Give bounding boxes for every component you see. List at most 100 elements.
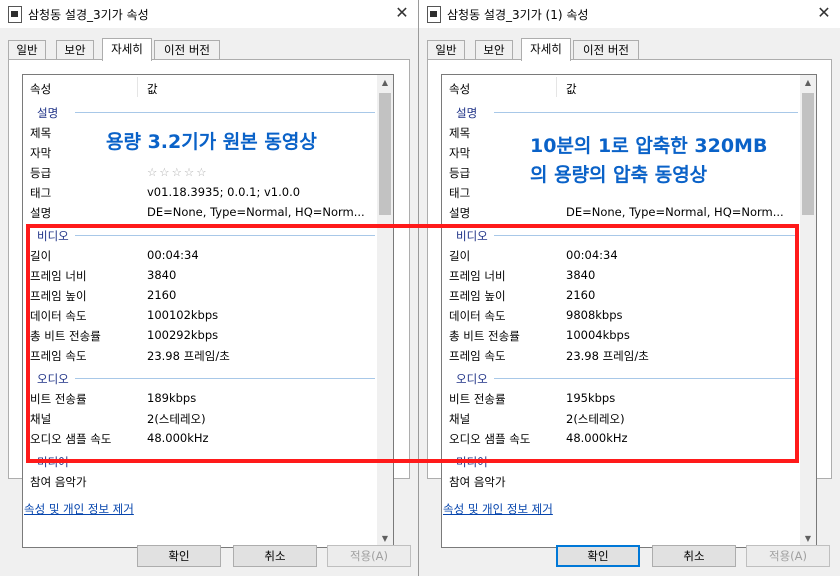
- property-row-frame-rate[interactable]: 프레임 속도 23.98 프레임/초: [442, 345, 800, 365]
- close-icon[interactable]: ✕: [814, 3, 834, 23]
- group-header-video: 비디오: [442, 225, 800, 245]
- property-row-data-rate[interactable]: 데이터 속도 100102kbps: [23, 305, 377, 325]
- vertical-scrollbar[interactable]: ▲ ▼: [800, 75, 816, 547]
- property-name: 태그: [30, 186, 52, 200]
- property-row-comments[interactable]: 설명 DE=None, Type=Normal, HQ=Norm...: [23, 202, 377, 222]
- tab-details[interactable]: 자세히: [521, 38, 571, 61]
- property-name: 길이: [449, 249, 471, 263]
- property-name: 프레임 속도: [449, 349, 506, 363]
- tab-general[interactable]: 일반: [8, 40, 46, 60]
- ok-button[interactable]: 확인: [137, 545, 221, 567]
- property-row-sample-rate[interactable]: 오디오 샘플 속도 48.000kHz: [442, 428, 800, 448]
- property-value: 2(스테레오): [566, 412, 625, 426]
- property-name: 프레임 높이: [30, 289, 87, 303]
- ok-button[interactable]: 확인: [556, 545, 640, 567]
- video-file-icon: [427, 6, 441, 23]
- apply-button[interactable]: 적용(A): [746, 545, 830, 567]
- property-name: 프레임 속도: [30, 349, 87, 363]
- property-value: 48.000kHz: [147, 431, 209, 445]
- tab-security[interactable]: 보안: [475, 40, 513, 60]
- column-header-property[interactable]: 속성: [449, 81, 470, 97]
- video-file-icon: [8, 6, 22, 23]
- property-row-channels[interactable]: 채널 2(스테레오): [442, 408, 800, 428]
- property-row-rating[interactable]: 등급 ☆☆☆☆☆: [23, 162, 377, 182]
- tab-security[interactable]: 보안: [56, 40, 94, 60]
- property-value: 3840: [566, 268, 596, 282]
- tab-general[interactable]: 일반: [427, 40, 465, 60]
- scroll-thumb[interactable]: [802, 93, 814, 215]
- remove-properties-link[interactable]: 속성 및 개인 정보 제거: [24, 501, 134, 517]
- property-value: 00:04:34: [566, 248, 618, 262]
- tab-previous-versions[interactable]: 이전 버전: [154, 40, 220, 60]
- column-header-value[interactable]: 값: [566, 81, 577, 97]
- property-row-contributing-artists[interactable]: 참여 음악가: [442, 471, 800, 491]
- property-row-frame-height[interactable]: 프레임 높이 2160: [23, 285, 377, 305]
- vertical-scrollbar[interactable]: ▲ ▼: [377, 75, 393, 547]
- property-name: 프레임 너비: [449, 269, 506, 283]
- group-label: 비디오: [456, 229, 488, 243]
- details-panel: 속성 값 설명 제목 자막 등급 ☆☆☆☆☆ 태그 v01.18.3935; 0.0…: [8, 59, 410, 548]
- property-row-frame-rate[interactable]: 프레임 속도 23.98 프레임/초: [23, 345, 377, 365]
- rating-stars[interactable]: ☆☆☆☆☆: [147, 165, 209, 179]
- column-header-value[interactable]: 값: [147, 81, 158, 97]
- annotation-compressed-line2: 의 용량의 압축 동영상: [530, 164, 708, 186]
- property-name: 프레임 높이: [449, 289, 506, 303]
- property-row-frame-width[interactable]: 프레임 너비 3840: [442, 265, 800, 285]
- group-header-description: 설명: [442, 102, 800, 122]
- property-row-contributing-artists[interactable]: 참여 음악가: [23, 471, 377, 491]
- property-value: 2160: [566, 288, 596, 302]
- close-icon[interactable]: ✕: [392, 3, 412, 23]
- property-row-comments[interactable]: 설명 DE=None, Type=Normal, HQ=Norm...: [442, 202, 800, 222]
- column-divider[interactable]: [137, 77, 138, 97]
- property-row-length[interactable]: 길이 00:04:34: [442, 245, 800, 265]
- property-name: 등급: [30, 166, 52, 180]
- group-header-media: 미디어: [442, 451, 800, 471]
- property-row-channels[interactable]: 채널 2(스테레오): [23, 408, 377, 428]
- cancel-button[interactable]: 취소: [233, 545, 317, 567]
- property-row-tags[interactable]: 태그 v01.18.3935; 0.0.1; v1.0.0: [23, 182, 377, 202]
- property-value: v01.18.3935; 0.0.1; v1.0.0: [147, 185, 301, 199]
- property-value: DE=None, Type=Normal, HQ=Norm...: [566, 205, 784, 219]
- group-header-audio: 오디오: [442, 368, 800, 388]
- remove-properties-link[interactable]: 속성 및 개인 정보 제거: [443, 501, 553, 517]
- scroll-up-icon[interactable]: ▲: [800, 75, 816, 91]
- tab-previous-versions[interactable]: 이전 버전: [573, 40, 639, 60]
- apply-button[interactable]: 적용(A): [327, 545, 411, 567]
- column-header-property[interactable]: 속성: [30, 81, 51, 97]
- property-name: 오디오 샘플 속도: [449, 432, 531, 446]
- property-name: 길이: [30, 249, 52, 263]
- group-label: 비디오: [37, 229, 69, 243]
- property-row-length[interactable]: 길이 00:04:34: [23, 245, 377, 265]
- group-label: 설명: [37, 106, 59, 120]
- group-divider: [494, 461, 798, 462]
- group-divider: [494, 112, 798, 113]
- tab-details[interactable]: 자세히: [102, 38, 152, 61]
- property-row-audio-bitrate[interactable]: 비트 전송률 189kbps: [23, 388, 377, 408]
- title-bar[interactable]: 삼청동 설경_3기가 속성 ✕: [0, 0, 418, 28]
- column-divider[interactable]: [556, 77, 557, 97]
- property-value: 2(스테레오): [147, 412, 206, 426]
- property-name: 오디오 샘플 속도: [30, 432, 112, 446]
- annotation-compressed-line1: 10분의 1로 압축한 320MB: [530, 135, 768, 157]
- property-name: 채널: [449, 412, 471, 426]
- group-divider: [75, 112, 375, 113]
- group-divider: [494, 235, 798, 236]
- property-name: 데이터 속도: [30, 309, 87, 323]
- property-row-sample-rate[interactable]: 오디오 샘플 속도 48.000kHz: [23, 428, 377, 448]
- property-name: 채널: [30, 412, 52, 426]
- property-value: 195kbps: [566, 391, 616, 405]
- group-label: 오디오: [37, 372, 69, 386]
- property-name: 등급: [449, 166, 471, 180]
- cancel-button[interactable]: 취소: [652, 545, 736, 567]
- property-row-audio-bitrate[interactable]: 비트 전송률 195kbps: [442, 388, 800, 408]
- scroll-up-icon[interactable]: ▲: [377, 75, 393, 91]
- property-row-frame-height[interactable]: 프레임 높이 2160: [442, 285, 800, 305]
- property-row-total-bitrate[interactable]: 총 비트 전송률 100292kbps: [23, 325, 377, 345]
- property-value: 23.98 프레임/초: [147, 349, 230, 363]
- property-row-total-bitrate[interactable]: 총 비트 전송률 10004kbps: [442, 325, 800, 345]
- scroll-thumb[interactable]: [379, 93, 391, 215]
- property-row-frame-width[interactable]: 프레임 너비 3840: [23, 265, 377, 285]
- property-name: 제목: [30, 126, 52, 140]
- property-row-data-rate[interactable]: 데이터 속도 9808kbps: [442, 305, 800, 325]
- title-bar[interactable]: 삼청동 설경_3기가 (1) 속성 ✕: [419, 0, 840, 28]
